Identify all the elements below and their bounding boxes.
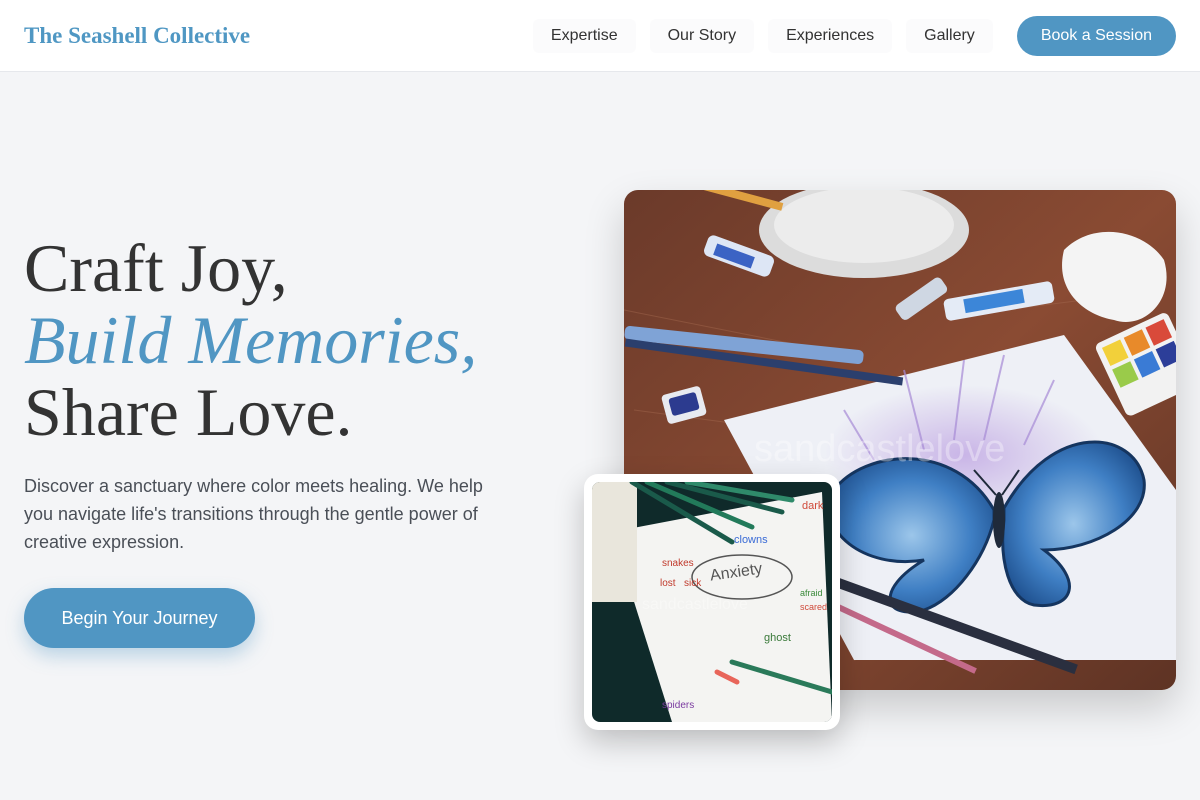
book-session-button[interactable]: Book a Session [1016, 15, 1176, 56]
brand-logo[interactable]: The Seashell Collective [24, 23, 250, 49]
hero-title: Craft Joy, Build Memories, Share Love. [24, 232, 477, 448]
anxiety-drawing-image: Anxiety clowns spiders dark ghost scared… [592, 482, 832, 722]
nav-expertise[interactable]: Expertise [532, 18, 636, 53]
nav-experiences[interactable]: Experiences [768, 18, 893, 53]
begin-journey-button[interactable]: Begin Your Journey [24, 588, 255, 648]
main-nav: Expertise Our Story Experiences Gallery … [532, 15, 1176, 56]
nav-our-story[interactable]: Our Story [649, 18, 755, 53]
hero-title-line-3: Share Love. [24, 374, 353, 450]
inset-image-frame: Anxiety clowns spiders dark ghost scared… [584, 474, 840, 730]
hero-description: Discover a sanctuary where color meets h… [24, 476, 483, 552]
nav-gallery[interactable]: Gallery [906, 18, 993, 53]
hero-title-line-1: Craft Joy, [24, 230, 288, 306]
hero-title-line-2: Build Memories, [24, 302, 478, 378]
site-header: The Seashell Collective Expertise Our St… [0, 0, 1200, 72]
